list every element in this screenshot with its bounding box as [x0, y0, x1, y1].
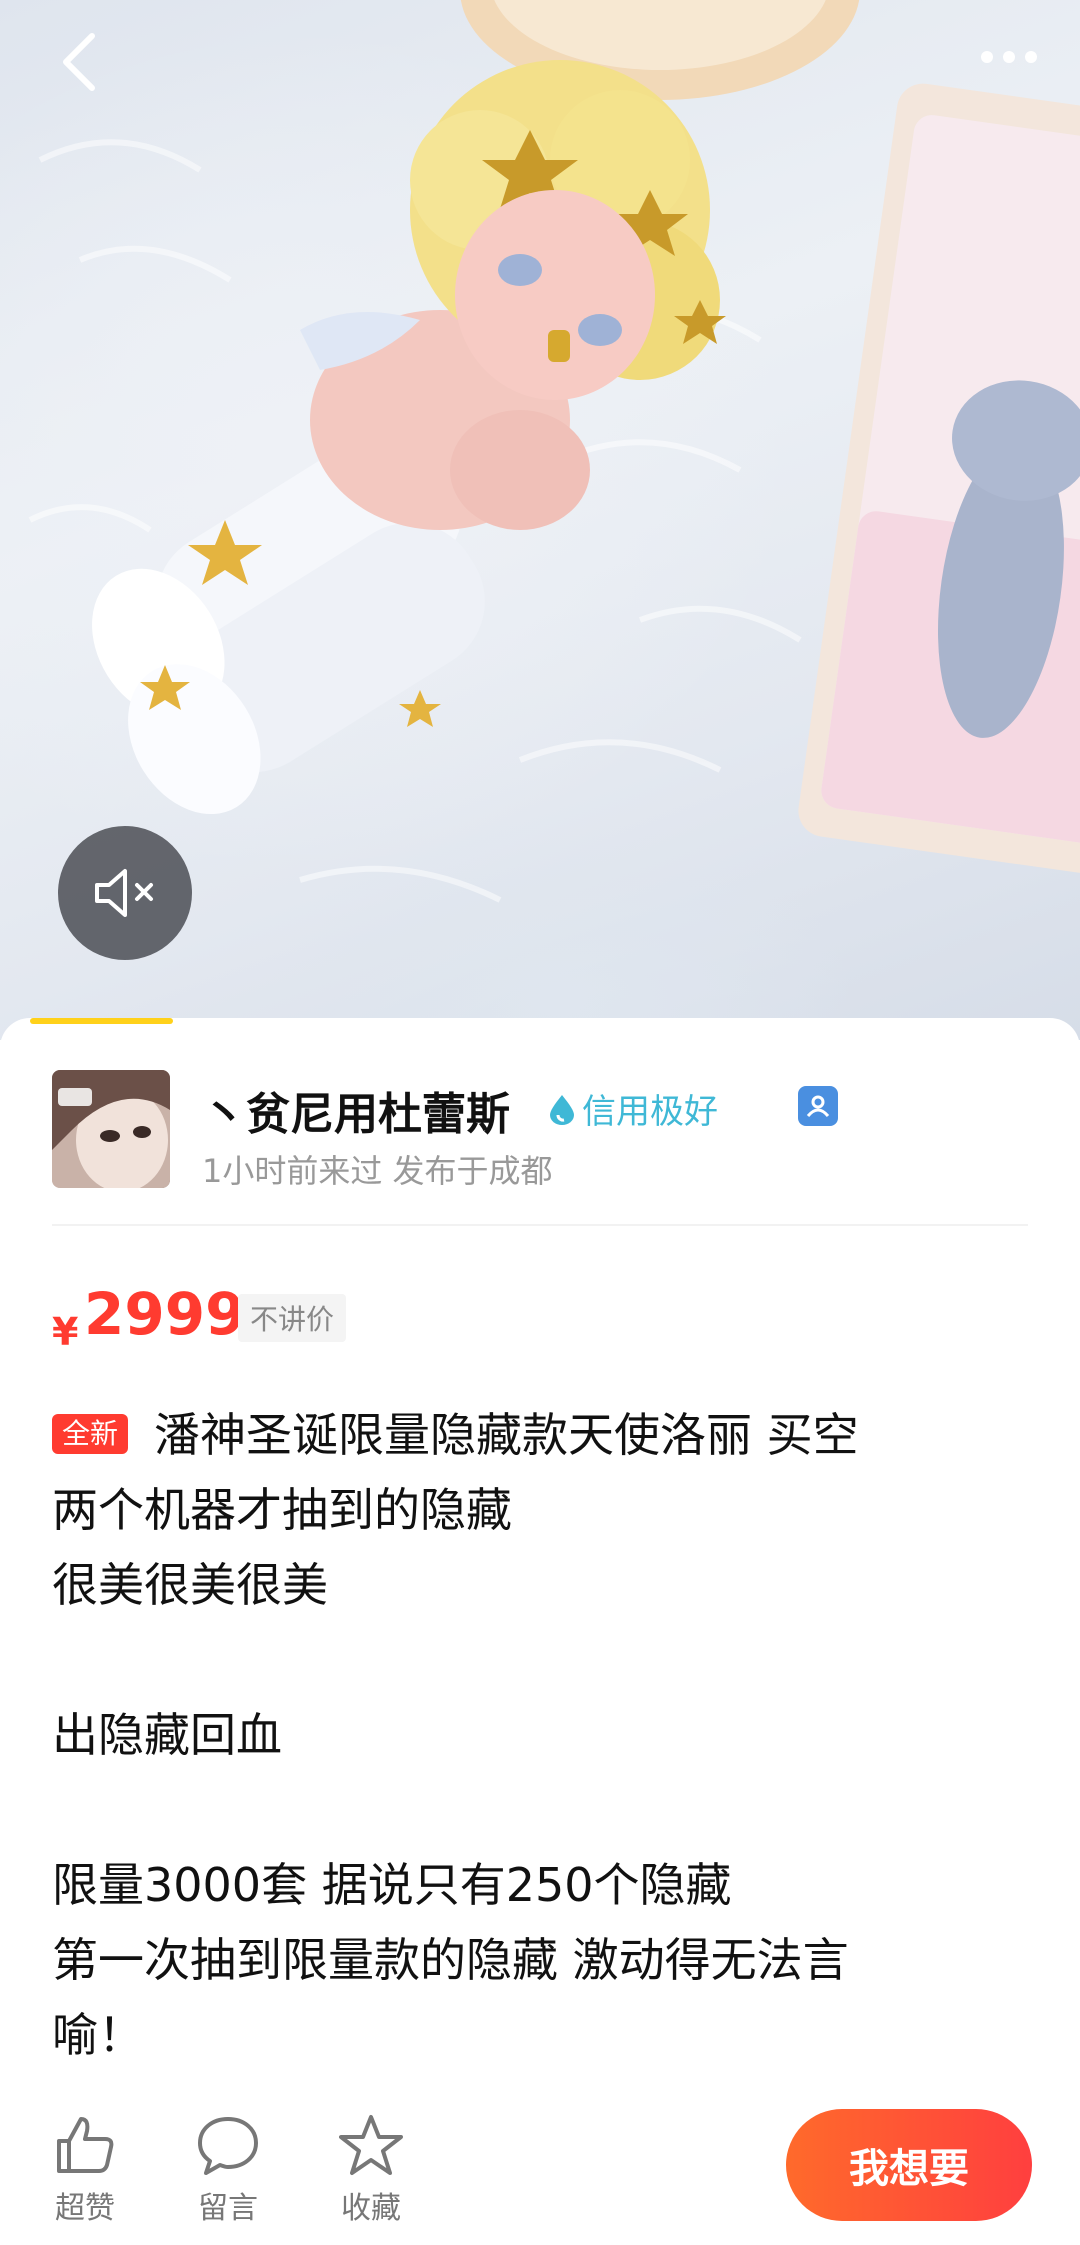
bottom-action-bar: 超赞 留言 收藏 我想要	[0, 2095, 1080, 2245]
drop-icon	[550, 1094, 574, 1125]
price-value: 2999	[84, 1280, 246, 1348]
price-row: ¥ 2999 不讲价	[52, 1280, 652, 1360]
comment-button[interactable]: 留言	[173, 2113, 283, 2233]
description-line	[52, 1773, 1042, 1848]
description-text: 潘神圣诞限量隐藏款天使洛丽 买空	[154, 1408, 859, 1462]
product-media[interactable]	[0, 0, 1080, 1040]
like-label: 超赞	[55, 2191, 115, 2226]
currency-symbol: ¥	[52, 1310, 79, 1354]
credit-rating[interactable]: 信用极好	[548, 1084, 718, 1133]
mute-toggle-button[interactable]	[58, 826, 192, 960]
product-detail-sheet: 丶贫尼用杜蕾斯 信用极好 1小时前来过 发布于成都 ¥ 2999 不讲价 全新潘…	[0, 1018, 1080, 2245]
condition-badge: 全新	[52, 1414, 129, 1454]
chat-bubble-icon	[198, 2117, 258, 2175]
product-description: 全新 潘神圣诞限量隐藏款天使洛丽 买空 两个机器才抽到的隐藏 很美很美很美 出隐藏…	[52, 1398, 1042, 2073]
seller-activity-meta: 1小时前来过 发布于成都	[202, 1152, 553, 1190]
media-progress-fill	[30, 1018, 173, 1024]
user-verified-icon	[806, 1095, 830, 1118]
star-icon	[339, 2115, 403, 2175]
description-line: 出隐藏回血	[52, 1708, 282, 1762]
seller-info[interactable]: 丶贫尼用杜蕾斯 信用极好 1小时前来过 发布于成都	[52, 1070, 1032, 1194]
chevron-left-icon	[63, 33, 95, 91]
dot-icon	[981, 51, 993, 63]
description-line: 喻！	[52, 2008, 144, 2062]
description-line: 限量3000套 据说只有250个隐藏	[52, 1858, 732, 1912]
back-button[interactable]	[40, 22, 120, 102]
avatar-image	[52, 1070, 170, 1188]
description-line: 两个机器才抽到的隐藏	[52, 1483, 512, 1537]
dot-icon	[1025, 51, 1037, 63]
thumbs-up-icon	[57, 2117, 114, 2173]
media-progress-bar	[30, 1018, 1050, 1024]
seller-name[interactable]: 丶贫尼用杜蕾斯	[202, 1078, 510, 1142]
divider	[52, 1224, 1028, 1226]
favorite-button[interactable]: 收藏	[316, 2113, 426, 2233]
description-line: 全新 潘神圣诞限量隐藏款天使洛丽 买空	[52, 1398, 1042, 1473]
want-button[interactable]: 我想要	[786, 2109, 1032, 2221]
no-bargain-tag: 不讲价	[238, 1294, 347, 1342]
description-line: 第一次抽到限量款的隐藏 激动得无法言	[52, 1933, 849, 1987]
speaker-muted-icon	[95, 869, 153, 917]
description-line	[52, 1623, 1042, 1698]
description-line: 很美很美很美	[52, 1558, 328, 1612]
seller-avatar[interactable]	[52, 1070, 170, 1188]
like-button[interactable]: 超赞	[30, 2113, 140, 2233]
favorite-label: 收藏	[341, 2191, 401, 2226]
verified-badge-icon[interactable]	[798, 1086, 838, 1126]
more-options-button[interactable]	[964, 22, 1054, 92]
comment-label: 留言	[198, 2191, 258, 2226]
credit-label: 信用极好	[582, 1092, 718, 1132]
dot-icon	[1003, 51, 1015, 63]
